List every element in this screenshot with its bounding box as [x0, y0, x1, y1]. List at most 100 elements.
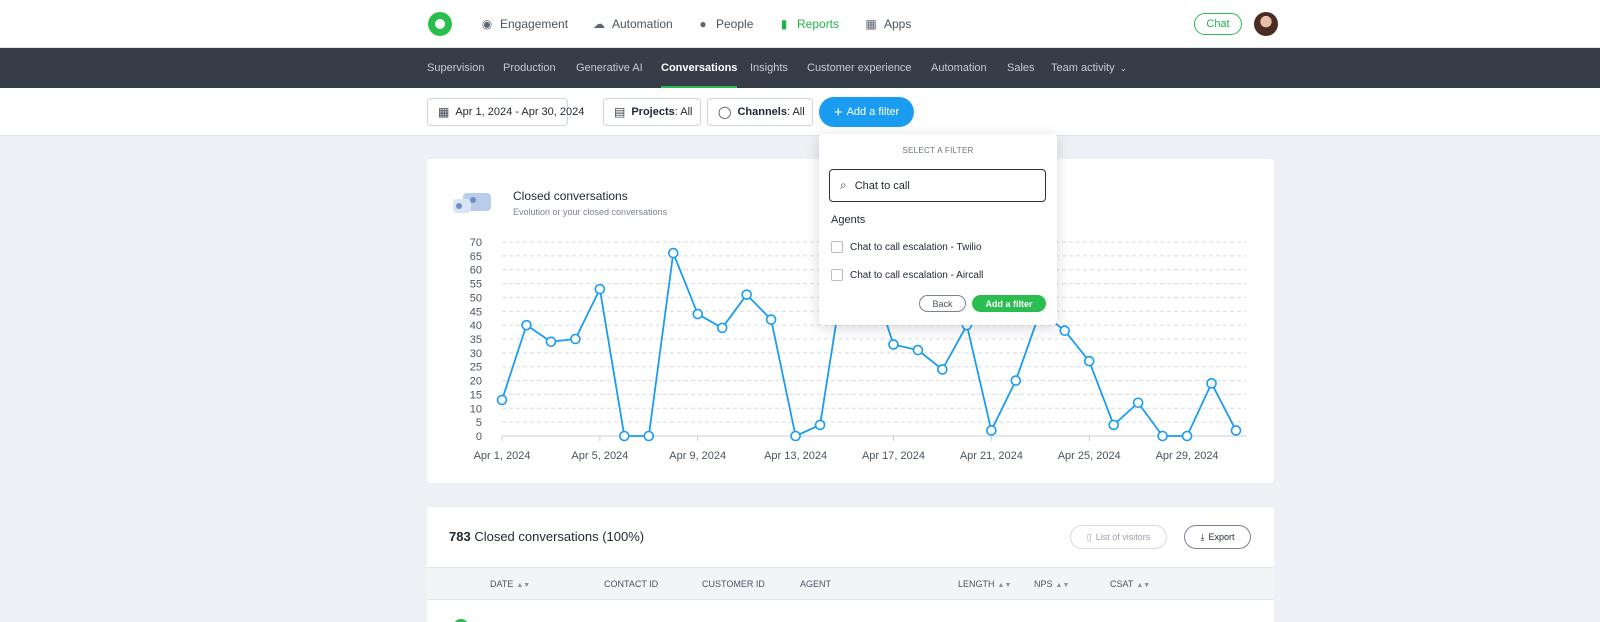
column-nps[interactable]: NPS ▲▼ [1034, 568, 1069, 601]
chart-title: Closed conversations [513, 189, 628, 203]
data-point [888, 339, 899, 350]
export-button[interactable]: ⤓ Export [1184, 525, 1251, 549]
filter-search-field[interactable]: ⌕ [829, 169, 1046, 202]
checkbox[interactable] [831, 241, 843, 253]
filter-option-aircall[interactable]: Chat to call escalation - Aircall [831, 268, 983, 282]
nav-engagement[interactable]: ◉ Engagement [480, 0, 568, 48]
option-label: Chat to call escalation - Twilio [850, 241, 982, 253]
y-tick-label: 45 [470, 306, 482, 318]
y-tick-label: 65 [470, 251, 482, 263]
data-point [1108, 419, 1119, 431]
data-point [741, 289, 752, 300]
data-point [790, 430, 801, 442]
speech-bubble-icon: ◯ [718, 105, 732, 119]
column-length[interactable]: LENGTH ▲▼ [958, 568, 1011, 601]
data-point [570, 333, 581, 345]
data-point [1083, 355, 1095, 367]
tab-team-activity[interactable]: Team activity ⌄ [1051, 48, 1127, 88]
data-point [1157, 430, 1168, 442]
column-label: DATE [490, 579, 514, 589]
add-filter-button[interactable]: + Add a filter [819, 97, 914, 127]
data-point [814, 419, 826, 431]
y-tick-label: 5 [476, 417, 482, 429]
document-icon: ▯ [1086, 531, 1092, 542]
app-logo[interactable] [428, 12, 452, 36]
y-tick-label: 50 [470, 292, 482, 304]
table-header: DATE ▲▼ CONTACT ID CUSTOMER ID AGENT LENG… [427, 567, 1274, 600]
tab-automation[interactable]: Automation [931, 48, 987, 88]
table-title: 783 Closed conversations (100%) [449, 529, 644, 544]
channels-filter-label: Channels [737, 106, 787, 118]
folder-icon: ▤ [614, 105, 626, 119]
nav-label: Apps [884, 17, 912, 31]
data-point [1010, 375, 1022, 386]
nav-label: Reports [797, 17, 840, 31]
conversation-bubbles-icon [453, 193, 491, 213]
column-agent[interactable]: AGENT [800, 568, 831, 601]
tab-insights[interactable]: Insights [750, 48, 788, 88]
y-tick-label: 70 [470, 237, 482, 249]
tab-customer-experience[interactable]: Customer experience [807, 48, 912, 88]
filter-bar: ▦ Apr 1, 2024 - Apr 30, 2024 ▤ Projects:… [0, 88, 1600, 136]
y-tick-label: 40 [470, 320, 482, 332]
data-point [496, 394, 508, 406]
tab-generative-ai[interactable]: Generative AI [576, 48, 643, 88]
data-point [545, 336, 557, 348]
column-label: CSAT [1110, 579, 1134, 589]
y-tick-label: 30 [470, 348, 482, 360]
column-csat[interactable]: CSAT ▲▼ [1110, 568, 1150, 601]
nav-automation[interactable]: ☁ Automation [592, 0, 673, 48]
column-customer-id[interactable]: CUSTOMER ID [702, 568, 765, 601]
engagement-icon: ◉ [481, 17, 493, 31]
x-tick-label: Apr 29, 2024 [1156, 450, 1219, 462]
data-point [1181, 430, 1193, 442]
user-avatar[interactable] [1254, 12, 1278, 36]
sort-icon: ▲▼ [516, 582, 531, 589]
filter-option-twilio[interactable]: Chat to call escalation - Twilio [831, 240, 982, 254]
y-tick-label: 15 [470, 389, 482, 401]
data-point [594, 283, 606, 295]
nav-reports[interactable]: ▮ Reports [777, 0, 839, 48]
nav-people[interactable]: ● People [696, 0, 753, 48]
date-range-button[interactable]: ▦ Apr 1, 2024 - Apr 30, 2024 [427, 98, 584, 126]
nav-apps[interactable]: ▦ Apps [864, 0, 911, 48]
tab-conversations[interactable]: Conversations [661, 48, 738, 88]
search-icon: ⌕ [840, 178, 847, 192]
projects-filter-value: : All [674, 106, 693, 118]
data-point [619, 430, 630, 442]
sort-icon: ▲▼ [1136, 582, 1151, 589]
y-tick-label: 35 [470, 334, 482, 346]
data-point [937, 364, 948, 375]
tab-label: Team activity [1051, 62, 1115, 74]
date-range-value: Apr 1, 2024 - Apr 30, 2024 [455, 106, 585, 118]
column-date[interactable]: DATE ▲▼ [490, 568, 530, 601]
projects-filter-button[interactable]: ▤ Projects: All [603, 98, 701, 126]
sort-icon: ▲▼ [997, 582, 1012, 589]
apply-filter-button[interactable]: Add a filter [972, 295, 1046, 312]
channels-filter-button[interactable]: ◯ Channels: All [707, 98, 813, 126]
plus-icon: + [833, 103, 843, 121]
data-point [643, 430, 655, 442]
nav-label: Engagement [500, 17, 569, 31]
popover-title: SELECT A FILTER [902, 146, 974, 155]
column-contact-id[interactable]: CONTACT ID [604, 568, 658, 601]
data-point [1059, 325, 1071, 336]
nav-label: Automation [612, 17, 673, 31]
x-tick-label: Apr 9, 2024 [669, 450, 726, 462]
checkbox[interactable] [831, 269, 843, 281]
projects-filter-label: Projects [631, 106, 675, 118]
top-navigation: ◉ Engagement ☁ Automation ● People ▮ Rep… [0, 0, 1600, 48]
column-label: NPS [1034, 579, 1053, 589]
chat-button[interactable]: Chat [1194, 13, 1242, 35]
tab-sales[interactable]: Sales [1007, 48, 1035, 88]
apps-grid-icon: ▦ [865, 17, 877, 31]
list-of-visitors-button[interactable]: ▯ List of visitors [1070, 525, 1167, 549]
select-filter-popover: SELECT A FILTER ⌕ Agents Chat to call es… [819, 134, 1057, 325]
channels-filter-text: Channels: All [737, 106, 804, 118]
closed-conversations-table-card: 783 Closed conversations (100%) ▯ List o… [427, 507, 1274, 622]
filter-search-input[interactable] [854, 179, 1025, 192]
back-button[interactable]: Back [919, 295, 966, 312]
tab-production[interactable]: Production [503, 48, 556, 88]
x-tick-label: Apr 1, 2024 [474, 450, 531, 462]
tab-supervision[interactable]: Supervision [427, 48, 484, 88]
